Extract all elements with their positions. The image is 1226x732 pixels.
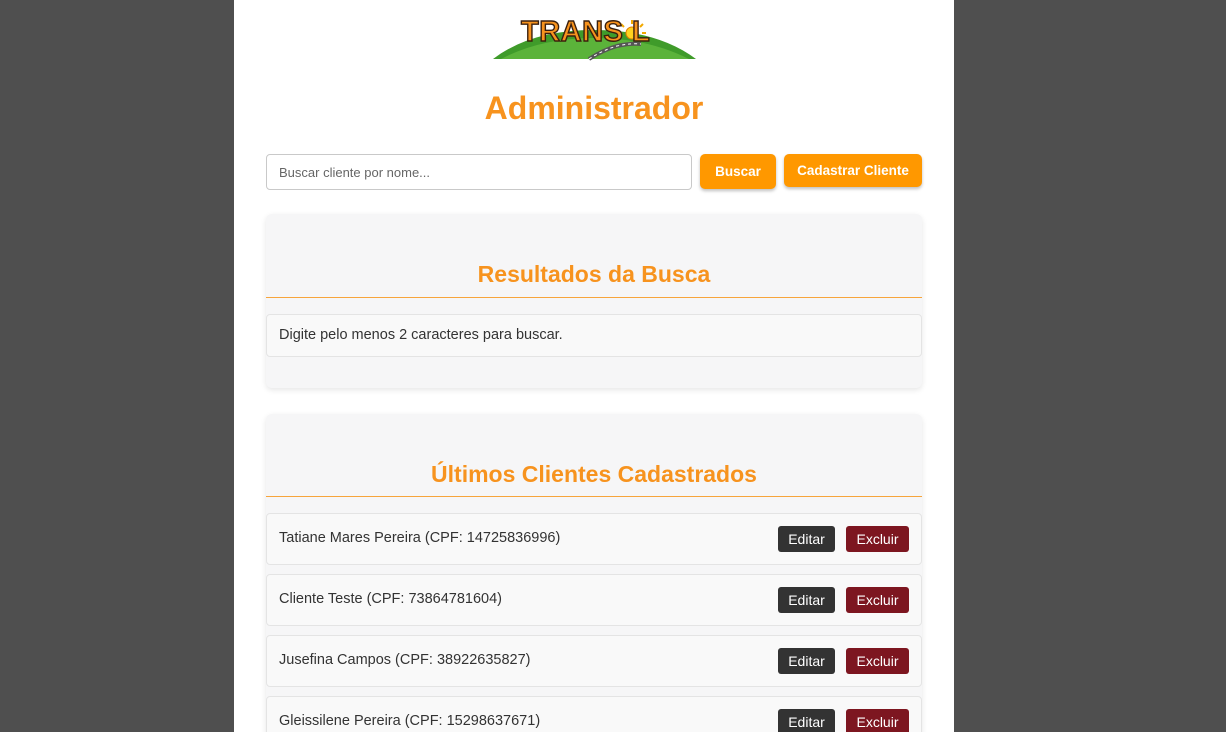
- client-label: Jusefina Campos (CPF: 38922635827): [279, 652, 531, 668]
- client-label: Cliente Teste (CPF: 73864781604): [279, 591, 503, 607]
- client-label: Gleissilene Pereira (CPF: 15298637671): [279, 713, 541, 729]
- edit-client-button[interactable]: Editar: [778, 648, 835, 674]
- recent-clients-title: Últimos Clientes Cadastrados: [431, 461, 757, 487]
- recent-clients-card: Últimos Clientes Cadastrados Tatiane Mar…: [266, 414, 922, 732]
- edit-client-button[interactable]: Editar: [778, 526, 835, 552]
- transol-logo: TRANS L: [491, 12, 697, 62]
- search-button[interactable]: Buscar: [700, 154, 776, 189]
- delete-client-button[interactable]: Excluir: [846, 648, 909, 674]
- admin-page: TRANS L Administrador Buscar Cadastrar C…: [234, 0, 954, 732]
- delete-client-button[interactable]: Excluir: [846, 587, 909, 613]
- delete-client-button[interactable]: Excluir: [846, 526, 909, 552]
- client-label: Tatiane Mares Pereira (CPF: 14725836996): [279, 530, 561, 546]
- search-results-card: Resultados da Busca Digite pelo menos 2 …: [266, 214, 922, 388]
- client-row: Tatiane Mares Pereira (CPF: 14725836996)…: [266, 513, 922, 565]
- section-divider: [266, 496, 922, 497]
- client-row: Jusefina Campos (CPF: 38922635827) Edita…: [266, 635, 922, 687]
- logo-text: TRANS L: [520, 15, 651, 48]
- edit-client-button[interactable]: Editar: [778, 709, 835, 732]
- page-title: Administrador: [484, 90, 704, 126]
- client-row: Cliente Teste (CPF: 73864781604) Editar …: [266, 574, 922, 626]
- search-results-message: Digite pelo menos 2 caracteres para busc…: [279, 327, 563, 343]
- section-divider: [266, 297, 922, 298]
- register-client-button[interactable]: Cadastrar Cliente: [784, 154, 922, 187]
- client-row: Gleissilene Pereira (CPF: 15298637671) E…: [266, 696, 922, 732]
- search-input[interactable]: [266, 154, 692, 190]
- search-results-title: Resultados da Busca: [477, 261, 711, 287]
- delete-client-button[interactable]: Excluir: [846, 709, 909, 732]
- edit-client-button[interactable]: Editar: [778, 587, 835, 613]
- search-results-message-box: Digite pelo menos 2 caracteres para busc…: [266, 314, 922, 357]
